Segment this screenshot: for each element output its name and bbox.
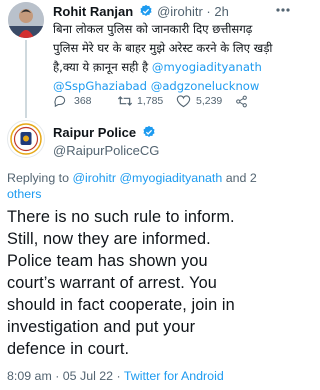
mention-link[interactable]: @irohitr [72, 171, 116, 185]
like-count: 5,239 [196, 95, 223, 107]
author-name[interactable]: Raipur Police [53, 125, 136, 140]
mention-link[interactable]: @myogiadityanath [152, 60, 262, 74]
timestamp[interactable]: 8:09 am · 05 Jul 22 · [7, 369, 124, 383]
avatar-raipur-police[interactable] [7, 120, 45, 158]
retweet-count: 1,785 [137, 95, 164, 107]
source-link[interactable]: Twitter for Android [124, 369, 224, 383]
handle-time: @irohitr · 2h [157, 4, 229, 19]
reply-icon [53, 94, 67, 108]
more-icon[interactable] [276, 8, 290, 12]
tweet-body: There is no such rule to inform. Still, … [7, 206, 292, 360]
others-link[interactable]: others [7, 187, 41, 201]
tweet-line: defence in court. [7, 340, 130, 358]
like-button[interactable]: 5,239 [176, 94, 222, 108]
avatar-rohit[interactable] [8, 2, 44, 38]
replying-to: Replying to @irohitr @myogiadityanath an… [7, 171, 257, 201]
mention-link[interactable]: @myogiadityanath [119, 171, 222, 185]
retweet-icon [117, 94, 133, 108]
share-icon[interactable] [235, 95, 248, 108]
thread-line [25, 40, 27, 118]
mention-link[interactable]: @SspGhaziabad [53, 79, 147, 93]
author-name[interactable]: Rohit Ranjan [53, 4, 133, 19]
author-handle: @RaipurPoliceCG [53, 143, 160, 158]
reply-button[interactable]: 368 [53, 94, 92, 108]
tweet-line: Police team has shown you [7, 252, 208, 270]
like-icon [176, 94, 191, 108]
verified-icon [139, 4, 153, 18]
tweet-line: should in fact cooperate, join in [7, 296, 235, 314]
mention-link[interactable]: @adgzonelucknow [151, 79, 260, 93]
tweet-line: There is no such rule to inform. [7, 208, 235, 226]
verified-icon [142, 125, 156, 139]
retweet-button[interactable]: 1,785 [117, 94, 163, 108]
tweet-text-hindi: बिना लोकल पुलिस को जानकारी दिए छत्तीसगढ़… [53, 22, 273, 93]
tweet-line: court’s warrant of arrest. You [7, 274, 217, 292]
reply-count: 368 [74, 95, 92, 107]
tweet-line: investigation and put your [7, 318, 196, 336]
tweet-line: Still, now they are informed. [7, 230, 211, 248]
tweet-meta: 8:09 am · 05 Jul 22 · Twitter for Androi… [7, 369, 224, 383]
